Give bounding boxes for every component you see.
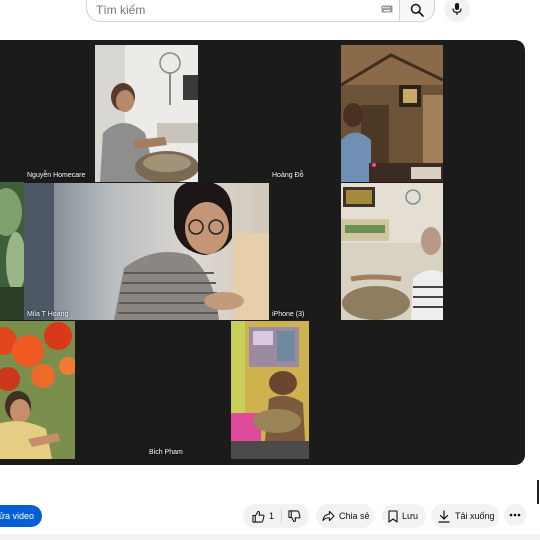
save-button[interactable]: Lưu — [382, 504, 426, 528]
bookmark-icon — [388, 509, 398, 523]
participant-name: Nguyễn Homecare — [27, 172, 86, 179]
participant-video — [0, 321, 75, 459]
download-button[interactable]: Tải xuống — [431, 504, 499, 528]
mic-icon — [452, 3, 462, 15]
dislike-button[interactable] — [282, 509, 301, 523]
participant-name: Bich Pham — [149, 449, 183, 456]
search-box[interactable] — [86, 0, 399, 22]
share-label: Chia sẻ — [339, 511, 370, 521]
participant-tile — [95, 45, 198, 182]
participant-tile — [341, 45, 443, 182]
description-box[interactable] — [0, 534, 540, 540]
save-label: Lưu — [402, 511, 419, 521]
participant-tile — [75, 321, 231, 459]
search-icon — [410, 3, 424, 17]
download-icon — [438, 509, 450, 523]
thumbs-up-icon — [252, 510, 265, 523]
participant-tile — [0, 182, 24, 320]
participant-video — [341, 45, 443, 182]
participant-video — [231, 321, 309, 459]
like-count: 1 — [269, 511, 275, 521]
like-dislike-group: 1 — [243, 504, 309, 528]
edit-video-label: sửa video — [0, 511, 34, 521]
participant-name: Mila T Hoang — [27, 311, 69, 318]
like-button[interactable]: 1 — [243, 510, 281, 523]
download-label: Tải xuống — [455, 511, 495, 521]
participant-video — [24, 183, 269, 320]
participant-video — [341, 183, 443, 320]
video-player[interactable]: Nguyễn Homecare Hoàng Đỗ Mila T Hoang iP… — [0, 40, 525, 465]
participant-tile — [231, 321, 309, 459]
edit-video-button[interactable]: sửa video — [0, 505, 42, 527]
participant-tile — [0, 321, 75, 459]
search-input[interactable] — [96, 1, 366, 19]
share-icon — [322, 510, 335, 522]
search-button[interactable] — [399, 0, 435, 22]
thumbs-down-icon — [288, 509, 301, 522]
edge-divider — [537, 480, 539, 504]
participant-tile — [341, 183, 443, 320]
participant-tile — [24, 183, 269, 320]
keyboard-icon[interactable] — [381, 5, 393, 13]
participant-name: Hoàng Đỗ — [272, 172, 304, 179]
share-button[interactable]: Chia sẻ — [316, 504, 374, 528]
more-icon — [509, 513, 521, 517]
participant-name: iPhone (3) — [272, 311, 305, 318]
voice-search-button[interactable] — [444, 0, 470, 22]
participant-video — [0, 182, 24, 320]
more-actions-button[interactable] — [504, 504, 526, 526]
participant-video — [95, 45, 198, 182]
